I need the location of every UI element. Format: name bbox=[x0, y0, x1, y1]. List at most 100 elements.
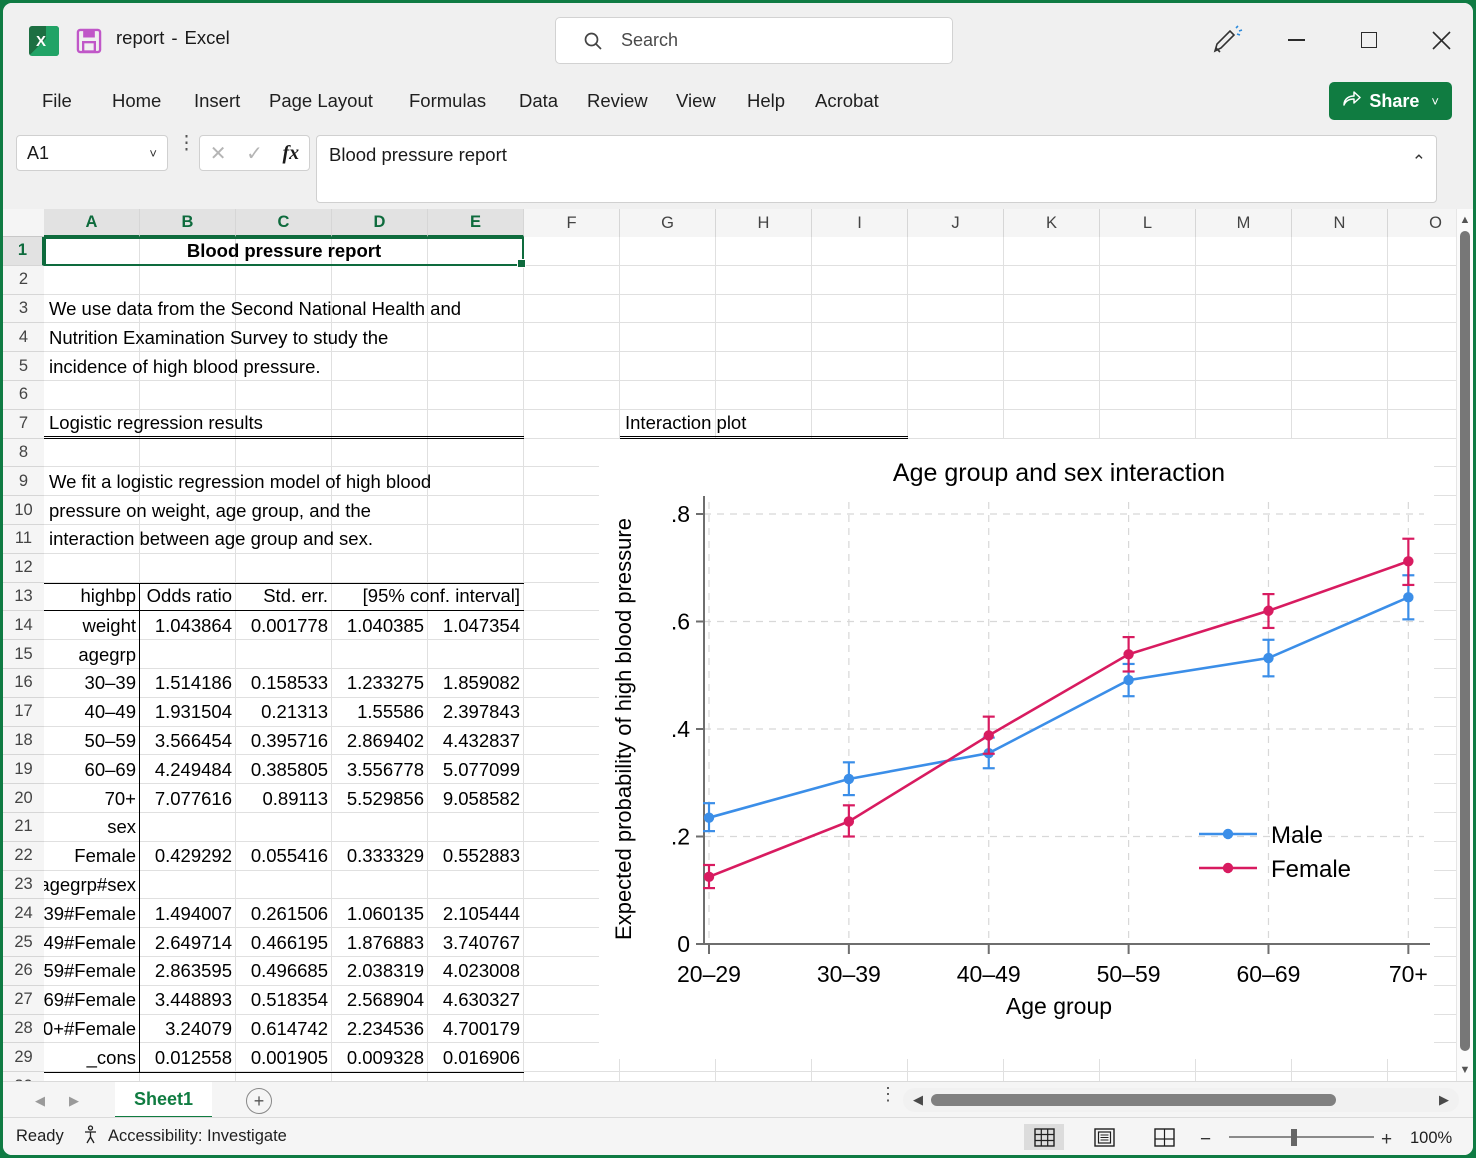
column-header-g[interactable]: G bbox=[620, 209, 716, 237]
row-header-25[interactable]: 25 bbox=[3, 928, 44, 957]
table-odds-ratio-15[interactable] bbox=[140, 640, 236, 669]
zoom-level-label[interactable]: 100% bbox=[1410, 1129, 1452, 1148]
table-ci-high-14[interactable]: 1.047354 bbox=[428, 611, 524, 640]
table-odds-ratio-28[interactable]: 3.24079 bbox=[140, 1015, 236, 1044]
scroll-left-arrow-icon[interactable]: ◀ bbox=[909, 1091, 927, 1109]
row-header-16[interactable]: 16 bbox=[3, 669, 44, 698]
row-header-7[interactable]: 7 bbox=[3, 409, 44, 439]
add-sheet-button[interactable]: + bbox=[246, 1088, 272, 1114]
table-header-D[interactable]: [95% conf. interval] bbox=[332, 583, 524, 612]
row-header-21[interactable]: 21 bbox=[3, 813, 44, 842]
table-row-label-14[interactable]: weight bbox=[44, 611, 140, 640]
table-ci-low-23[interactable] bbox=[332, 871, 428, 900]
table-header-B[interactable]: Odds ratio bbox=[140, 583, 236, 612]
expand-formula-bar-icon[interactable]: ⌃ bbox=[1412, 152, 1426, 172]
table-row-label-17[interactable]: 40–49 bbox=[44, 698, 140, 727]
ribbon-tab-help[interactable]: Help bbox=[736, 82, 796, 120]
horizontal-scrollbar[interactable]: ◀ ▶ bbox=[903, 1088, 1459, 1112]
table-std-err-17[interactable]: 0.21313 bbox=[236, 698, 332, 727]
ribbon-tab-formulas[interactable]: Formulas bbox=[398, 82, 497, 120]
row-header-26[interactable]: 26 bbox=[3, 957, 44, 986]
interaction-plot-chart[interactable]: Age group and sex interaction 0 .2 .4 .6 .8 20… bbox=[599, 438, 1434, 1059]
table-ci-low-28[interactable]: 2.234536 bbox=[332, 1015, 428, 1044]
cells-pane[interactable]: Blood pressure report We use data from th… bbox=[44, 237, 1456, 1081]
cell-A9[interactable]: We fit a logistic regression model of hi… bbox=[44, 467, 620, 496]
column-header-f[interactable]: F bbox=[524, 209, 620, 237]
table-row-label-29[interactable]: _cons bbox=[44, 1043, 140, 1072]
maximize-button[interactable] bbox=[1346, 17, 1392, 63]
row-header-13[interactable]: 13 bbox=[3, 582, 44, 612]
row-header-10[interactable]: 10 bbox=[3, 496, 44, 525]
table-row-label-15[interactable]: agegrp bbox=[44, 640, 140, 669]
row-header-2[interactable]: 2 bbox=[3, 265, 44, 295]
table-ci-high-19[interactable]: 5.077099 bbox=[428, 755, 524, 784]
table-row-label-28[interactable]: 70+#Female bbox=[44, 1015, 140, 1044]
zoom-in-button[interactable]: + bbox=[1381, 1129, 1392, 1151]
column-header-a[interactable]: A bbox=[44, 209, 140, 237]
ribbon-tab-page-layout[interactable]: Page Layout bbox=[258, 82, 384, 120]
table-ci-low-22[interactable]: 0.333329 bbox=[332, 842, 428, 871]
table-row-label-27[interactable]: 60–69#Female bbox=[44, 986, 140, 1015]
table-ci-low-20[interactable]: 5.529856 bbox=[332, 784, 428, 813]
table-odds-ratio-27[interactable]: 3.448893 bbox=[140, 986, 236, 1015]
row-header-15[interactable]: 15 bbox=[3, 640, 44, 669]
table-std-err-29[interactable]: 0.001905 bbox=[236, 1043, 332, 1072]
row-header-23[interactable]: 23 bbox=[3, 870, 44, 900]
table-std-err-16[interactable]: 0.158533 bbox=[236, 669, 332, 698]
cell-A4[interactable]: Nutrition Examination Survey to study th… bbox=[44, 323, 620, 352]
row-header-12[interactable]: 12 bbox=[3, 553, 44, 583]
column-header-n[interactable]: N bbox=[1292, 209, 1388, 237]
ribbon-tab-review[interactable]: Review bbox=[576, 82, 659, 120]
table-odds-ratio-16[interactable]: 1.514186 bbox=[140, 669, 236, 698]
ribbon-tab-data[interactable]: Data bbox=[508, 82, 569, 120]
row-header-20[interactable]: 20 bbox=[3, 784, 44, 813]
row-header-29[interactable]: 29 bbox=[3, 1043, 44, 1073]
row-header-30[interactable]: 30 bbox=[3, 1072, 44, 1081]
table-odds-ratio-25[interactable]: 2.649714 bbox=[140, 928, 236, 957]
table-ci-high-29[interactable]: 0.016906 bbox=[428, 1043, 524, 1072]
formula-input[interactable]: Blood pressure report ⌃ bbox=[316, 135, 1437, 203]
scroll-right-arrow-icon[interactable]: ▶ bbox=[1435, 1091, 1453, 1109]
table-ci-high-20[interactable]: 9.058582 bbox=[428, 784, 524, 813]
formula-bar-overflow-icon[interactable]: ⋮ bbox=[177, 134, 196, 153]
table-ci-high-15[interactable] bbox=[428, 640, 524, 669]
table-ci-high-18[interactable]: 4.432837 bbox=[428, 727, 524, 756]
row-header-18[interactable]: 18 bbox=[3, 726, 44, 756]
row-header-14[interactable]: 14 bbox=[3, 611, 44, 641]
scroll-up-arrow-icon[interactable]: ▲ bbox=[1457, 211, 1473, 229]
column-header-h[interactable]: H bbox=[716, 209, 812, 237]
column-header-b[interactable]: B bbox=[140, 209, 236, 237]
table-std-err-21[interactable] bbox=[236, 813, 332, 842]
table-ci-low-27[interactable]: 2.568904 bbox=[332, 986, 428, 1015]
table-ci-high-26[interactable]: 4.023008 bbox=[428, 957, 524, 986]
column-header-e[interactable]: E bbox=[428, 209, 524, 237]
table-row-label-26[interactable]: 50–59#Female bbox=[44, 957, 140, 986]
table-ci-low-21[interactable] bbox=[332, 813, 428, 842]
row-header-3[interactable]: 3 bbox=[3, 294, 44, 324]
table-ci-low-19[interactable]: 3.556778 bbox=[332, 755, 428, 784]
column-header-j[interactable]: J bbox=[908, 209, 1004, 237]
table-std-err-22[interactable]: 0.055416 bbox=[236, 842, 332, 871]
table-ci-high-28[interactable]: 4.700179 bbox=[428, 1015, 524, 1044]
close-button[interactable] bbox=[1418, 17, 1464, 63]
table-header-C[interactable]: Std. err. bbox=[236, 583, 332, 612]
table-ci-low-17[interactable]: 1.55586 bbox=[332, 698, 428, 727]
zoom-slider-handle[interactable] bbox=[1291, 1129, 1297, 1146]
cell-A3[interactable]: We use data from the Second National Hea… bbox=[44, 295, 620, 324]
table-ci-low-25[interactable]: 1.876883 bbox=[332, 928, 428, 957]
table-ci-high-16[interactable]: 1.859082 bbox=[428, 669, 524, 698]
table-ci-low-15[interactable] bbox=[332, 640, 428, 669]
vertical-scrollbar[interactable]: ▲ ▼ bbox=[1456, 209, 1473, 1081]
table-ci-high-24[interactable]: 2.105444 bbox=[428, 899, 524, 928]
row-header-27[interactable]: 27 bbox=[3, 985, 44, 1015]
row-header-28[interactable]: 28 bbox=[3, 1014, 44, 1044]
table-row-label-16[interactable]: 30–39 bbox=[44, 669, 140, 698]
view-page-break-button[interactable] bbox=[1144, 1124, 1184, 1150]
table-std-err-27[interactable]: 0.518354 bbox=[236, 986, 332, 1015]
table-odds-ratio-21[interactable] bbox=[140, 813, 236, 842]
table-odds-ratio-19[interactable]: 4.249484 bbox=[140, 755, 236, 784]
table-row-label-25[interactable]: 40–49#Female bbox=[44, 928, 140, 957]
cell-A5[interactable]: incidence of high blood pressure. bbox=[44, 352, 620, 381]
table-std-err-28[interactable]: 0.614742 bbox=[236, 1015, 332, 1044]
table-ci-low-18[interactable]: 2.869402 bbox=[332, 727, 428, 756]
